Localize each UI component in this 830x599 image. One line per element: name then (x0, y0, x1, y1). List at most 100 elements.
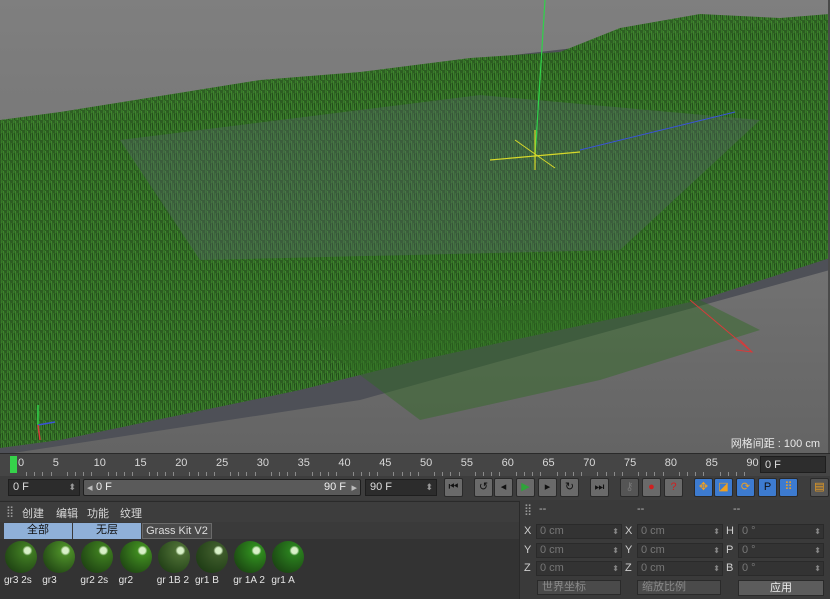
material-item[interactable]: gr 1A 2 (233, 541, 267, 591)
goto-end-button[interactable]: ⏭ (590, 478, 609, 497)
coord-value-field[interactable]: 0 cm ⬍ (637, 524, 723, 539)
timeline-tick-label: 85 (705, 457, 718, 469)
coord-value: 0 cm (540, 525, 564, 537)
coord-value: 0 cm (641, 562, 665, 574)
material-label: gr 1B 2 (156, 575, 190, 586)
menu-texture[interactable]: 纹理 (120, 505, 142, 521)
material-preview-icon (234, 541, 267, 573)
tab-no-layer[interactable]: 无层 (73, 523, 141, 539)
material-item[interactable]: gr1 A (271, 541, 305, 591)
menu-create[interactable]: 创建 (22, 505, 44, 521)
material-item[interactable]: gr 1B 2 (157, 541, 191, 591)
autokey-button[interactable]: ? (664, 478, 683, 497)
world-coords-dropdown[interactable]: 世界坐标 (537, 580, 621, 595)
stepper-icon: ⬍ (713, 527, 720, 536)
film-icon[interactable]: ▤ (810, 478, 829, 497)
timeline-tick-label: 80 (664, 457, 678, 469)
playhead[interactable] (10, 456, 17, 473)
apply-button[interactable]: 应用 (738, 580, 824, 596)
timeline-tick-label: 30 (256, 457, 270, 469)
coord-value-field[interactable]: 0 cm ⬍ (536, 542, 622, 558)
coordinates-header: ⣿ -- -- -- (524, 503, 741, 516)
material-item[interactable]: gr3 (42, 541, 76, 591)
coord-value: 0 ° (742, 562, 756, 574)
coord-value: 0 ° (742, 525, 756, 537)
coord-value-field[interactable]: 0 ° ⬍ (738, 561, 824, 576)
timeline-tick-label: 75 (624, 457, 637, 469)
scale-mode-dropdown[interactable]: 缩放比例 (637, 580, 721, 595)
coord-value: 0 cm (641, 525, 665, 537)
coord-axis-label: Y (625, 543, 633, 556)
timeline-tick-label: 5 (52, 457, 59, 469)
panel-grip-icon: ⣿ (6, 506, 15, 518)
prev-key-button[interactable]: ↺ (474, 478, 493, 497)
grid-dots-icon[interactable]: ⠿ (779, 478, 798, 497)
material-label: gr3 (42, 575, 57, 586)
material-preview-icon (43, 541, 76, 573)
coord-value: 0 cm (540, 562, 564, 574)
timeline-tick-label: 65 (542, 457, 555, 469)
coord-axis-label: H (726, 525, 734, 537)
timeline-tick-label: 15 (134, 457, 147, 469)
material-preview-icon (81, 541, 114, 573)
param-icon[interactable]: P (758, 478, 777, 497)
max-frame-field[interactable]: 90 F ⬍ (365, 479, 437, 496)
timeline-tick-label: 60 (501, 457, 514, 469)
material-item[interactable]: gr2 2s (80, 541, 114, 591)
material-preview-icon (157, 541, 190, 573)
next-key-button[interactable]: ↻ (560, 478, 579, 497)
move-icon[interactable]: ✥ (694, 478, 713, 497)
material-label: gr3 2s (4, 575, 32, 586)
material-label: gr1 B (195, 575, 219, 586)
material-preview-icon (272, 541, 305, 573)
timeline-ruler[interactable]: 0 F 0 5 10 15 20 25 30 35 40 45 50 55 60 65 70 75 80 85 90 (0, 453, 830, 477)
frame-range-slider[interactable]: ◂ 0 F 90 F ▸ (83, 479, 361, 496)
next-frame-button[interactable]: ▸ (538, 478, 557, 497)
play-button[interactable]: ▶ (516, 478, 535, 497)
range-left-arrow-icon: ◂ (87, 482, 93, 494)
record-button[interactable]: ● (642, 478, 661, 497)
coord-value: 0 ° (742, 543, 756, 556)
coord-axis-label: Z (524, 562, 531, 574)
coord-axis-label: X (524, 525, 532, 537)
menu-function[interactable]: 功能 (87, 505, 109, 521)
coord-value-field[interactable]: 0 cm ⬍ (536, 561, 622, 576)
coord-axis-label: Y (524, 543, 532, 556)
tab-grass-kit[interactable]: Grass Kit V2 (142, 523, 212, 539)
material-item[interactable]: gr3 2s (4, 541, 38, 591)
material-item[interactable]: gr2 (119, 541, 153, 591)
stepper-icon: ⬍ (713, 545, 720, 555)
menu-edit[interactable]: 编辑 (56, 505, 78, 521)
timeline-end-frame[interactable]: 0 F (760, 456, 826, 473)
prev-frame-button[interactable]: ◂ (494, 478, 513, 497)
range-end: 90 F (323, 481, 346, 493)
current-frame-field[interactable]: 0 F ⬍ (8, 479, 80, 496)
stepper-icon: ⬍ (814, 545, 821, 555)
timeline-tick-label: 20 (175, 457, 188, 469)
coord-axis-label: P (726, 543, 734, 556)
material-label: gr1 A (271, 575, 295, 586)
scale-icon[interactable]: ◪ (714, 478, 733, 497)
material-item[interactable]: gr1 B (195, 541, 229, 591)
coord-value-field[interactable]: 0 ° ⬍ (738, 542, 824, 558)
material-label: gr2 2s (80, 575, 109, 586)
coord-axis-label: Z (625, 562, 632, 574)
goto-start-button[interactable]: ⏮ (444, 478, 463, 497)
materials-menu-bar: ⣿ 创建 编辑 功能 纹理 (0, 501, 519, 522)
tab-all[interactable]: 全部 (4, 523, 72, 539)
stepper-icon: ⬍ (612, 564, 619, 573)
rotate-icon[interactable]: ⟳ (736, 478, 755, 497)
coord-value-field[interactable]: 0 cm ⬍ (536, 524, 622, 539)
stepper-icon: ⬍ (713, 564, 720, 573)
coord-value-field[interactable]: 0 ° ⬍ (738, 524, 824, 539)
timeline-tick-label: 25 (216, 457, 229, 469)
coord-value: 0 cm (540, 543, 564, 556)
timeline-tick-label: 40 (338, 457, 351, 469)
key-icon[interactable]: ⚷ (620, 478, 639, 497)
timeline-tick-label: 0 (18, 457, 25, 469)
stepper-icon: ⬍ (814, 527, 821, 536)
timeline-tick-label: 10 (93, 457, 106, 469)
coord-value-field[interactable]: 0 cm ⬍ (637, 561, 723, 576)
coord-value-field[interactable]: 0 cm ⬍ (637, 542, 723, 558)
viewport-3d[interactable]: 网格间距 : 100 cm (0, 0, 830, 453)
